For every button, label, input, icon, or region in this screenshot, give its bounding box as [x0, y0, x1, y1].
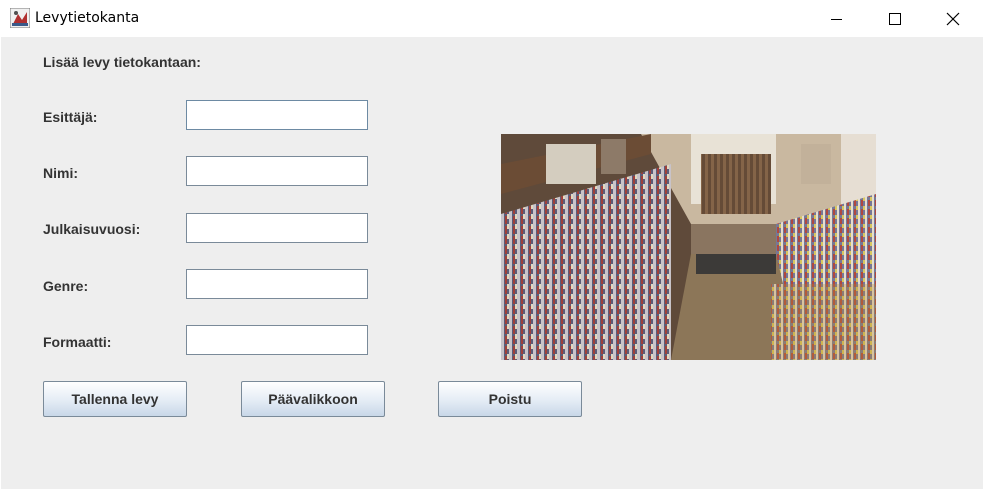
minimize-button[interactable] — [808, 0, 866, 37]
maximize-icon — [889, 12, 901, 25]
name-label: Nimi: — [43, 165, 78, 181]
close-icon — [946, 12, 960, 25]
artist-input[interactable] — [186, 100, 368, 130]
exit-button[interactable]: Poistu — [438, 381, 582, 417]
format-input[interactable] — [186, 325, 368, 355]
genre-input[interactable] — [186, 269, 368, 299]
name-input[interactable] — [186, 156, 368, 186]
window-title: Levytietokanta — [35, 10, 140, 26]
format-label: Formaatti: — [43, 334, 112, 350]
save-record-button[interactable]: Tallenna levy — [43, 381, 187, 417]
minimize-icon — [831, 18, 842, 20]
artist-label: Esittäjä: — [43, 109, 98, 125]
close-button[interactable] — [924, 0, 982, 37]
record-store-photo — [501, 134, 876, 360]
main-menu-button[interactable]: Päävalikkoon — [241, 381, 385, 417]
form-heading: Lisää levy tietokantaan: — [43, 54, 201, 70]
app-icon — [10, 8, 30, 28]
release-year-input[interactable] — [186, 213, 368, 243]
genre-label: Genre: — [43, 278, 89, 294]
maximize-button[interactable] — [866, 0, 924, 37]
release-year-label: Julkaisuvuosi: — [43, 221, 141, 237]
title-bar: Levytietokanta — [0, 0, 984, 37]
form-panel: Lisää levy tietokantaan: Esittäjä: Nimi:… — [1, 37, 983, 489]
